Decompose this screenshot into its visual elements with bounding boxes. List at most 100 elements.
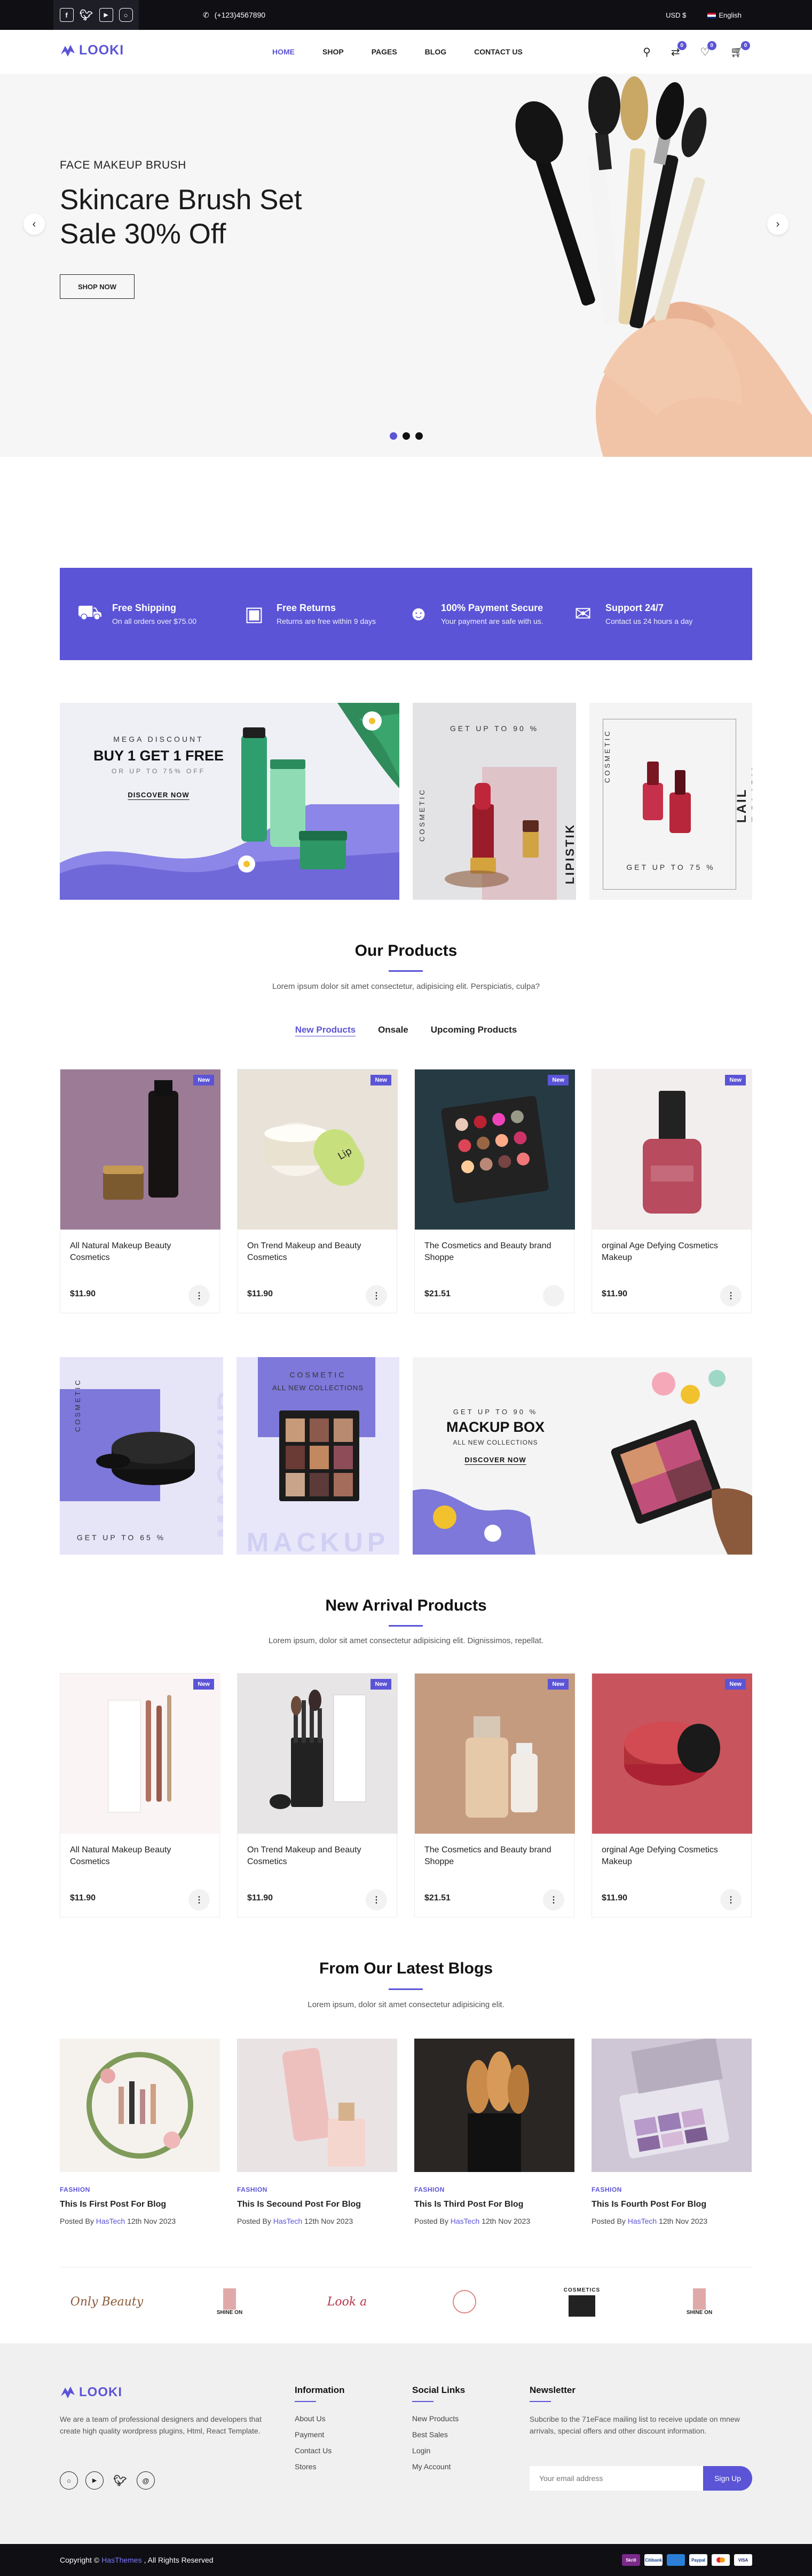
more-options-icon[interactable]: ⋮ — [366, 1889, 387, 1911]
compare-icon[interactable]: ⇄ 0 — [671, 41, 687, 59]
product-name[interactable]: The Cosmetics and Beauty brand Shoppe — [424, 1240, 558, 1264]
currency-selector[interactable]: USD $ — [666, 11, 686, 19]
slider-dot[interactable] — [403, 432, 410, 440]
menu-contact[interactable]: CONTACT US — [474, 47, 523, 56]
blog-title[interactable]: This Is Third Post For Blog — [414, 2200, 574, 2209]
product-card[interactable]: New The Cosmetics and Beauty brand Shopp… — [414, 1069, 575, 1313]
next-arrow-icon[interactable]: › — [767, 213, 789, 235]
blog-category[interactable]: FASHION — [414, 2186, 574, 2193]
product-name[interactable]: The Cosmetics and Beauty brand Shoppe — [424, 1844, 558, 1868]
palette-banner[interactable]: COSMETIC ALL NEW COLLECTIONS MACKUP — [236, 1357, 399, 1555]
slider-dot[interactable] — [390, 432, 397, 440]
lipstick-banner[interactable]: GET UP TO 90 % COSMETIC LIPISTIK — [413, 703, 576, 900]
footer-logo[interactable]: LOOKI — [60, 2385, 122, 2400]
nail-polish-banner[interactable]: COSMETIC LAIL POLISH GET UP TO 75 % — [589, 703, 752, 900]
copyright-link[interactable]: HasThemes — [101, 2556, 141, 2564]
eye-cream-banner[interactable]: COSMETIC MACKUP GET UP TO 65 % — [60, 1357, 223, 1555]
blog-image[interactable] — [414, 2039, 574, 2172]
instagram-icon[interactable]: ○ — [60, 2471, 78, 2490]
footer-link[interactable]: About Us — [295, 2414, 326, 2423]
footer-link[interactable]: Payment — [295, 2430, 324, 2439]
product-card[interactable]: Lip New On Trend Makeup and Beauty Cosme… — [237, 1069, 398, 1313]
blog-card[interactable]: FASHION This Is Third Post For Blog Post… — [414, 2039, 574, 2225]
product-image[interactable] — [415, 1674, 575, 1834]
blog-category[interactable]: FASHION — [60, 2186, 220, 2193]
more-options-icon[interactable]: ⋮ — [720, 1889, 742, 1911]
more-options-icon[interactable]: ⋮ — [366, 1285, 387, 1306]
menu-shop[interactable]: SHOP — [322, 47, 344, 56]
footer-link[interactable]: Login — [412, 2446, 430, 2455]
product-image[interactable]: Lip — [238, 1069, 398, 1230]
footer-link[interactable]: New Products — [412, 2414, 459, 2423]
product-card[interactable]: New orginal Age Defying Cosmetics Makeup… — [592, 1069, 752, 1313]
tab-onsale[interactable]: Onsale — [378, 1025, 408, 1035]
logo[interactable]: LOOKI — [60, 43, 124, 58]
threads-icon[interactable]: @ — [137, 2471, 155, 2490]
footer-link[interactable]: Best Sales — [412, 2430, 448, 2439]
email-input[interactable] — [530, 2466, 703, 2491]
product-name[interactable]: orginal Age Defying Cosmetics Makeup — [602, 1844, 735, 1868]
blog-author[interactable]: HasTech — [273, 2217, 302, 2225]
brand-logo[interactable]: Only Beauty — [69, 2278, 144, 2326]
footer-link[interactable]: Contact Us — [295, 2446, 332, 2455]
signup-button[interactable]: Sign Up — [703, 2466, 752, 2491]
facebook-icon[interactable]: f — [59, 8, 74, 22]
blog-author[interactable]: HasTech — [451, 2217, 479, 2225]
blog-image[interactable] — [237, 2039, 397, 2172]
blog-title[interactable]: This Is Fourth Post For Blog — [592, 2200, 752, 2209]
product-name[interactable]: All Natural Makeup Beauty Cosmetics — [70, 1240, 203, 1264]
product-name[interactable]: On Trend Makeup and Beauty Cosmetics — [247, 1844, 381, 1868]
more-options-icon[interactable]: ⋮ — [720, 1285, 742, 1306]
product-card[interactable]: New All Natural Makeup Beauty Cosmetics … — [60, 1673, 220, 1917]
box-discover-link[interactable]: DISCOVER NOW — [434, 1456, 557, 1464]
product-card[interactable]: New All Natural Makeup Beauty Cosmetics … — [60, 1069, 220, 1313]
product-image[interactable] — [60, 1069, 220, 1230]
footer-link[interactable]: My Account — [412, 2462, 451, 2471]
more-options-icon[interactable] — [543, 1285, 564, 1306]
more-options-icon[interactable]: ⋮ — [188, 1285, 210, 1306]
product-image[interactable] — [415, 1069, 575, 1230]
prev-arrow-icon[interactable]: ‹ — [23, 213, 45, 235]
menu-home[interactable]: HOME — [272, 47, 295, 56]
more-options-icon[interactable]: ⋮ — [188, 1889, 210, 1911]
menu-pages[interactable]: PAGES — [372, 47, 397, 56]
product-card[interactable]: New The Cosmetics and Beauty brand Shopp… — [414, 1673, 575, 1917]
brand-logo[interactable]: COSMETICS — [545, 2278, 619, 2326]
youtube-icon[interactable]: ▶ — [99, 8, 113, 22]
mega-discount-banner[interactable]: MEGA DISCOUNT BUY 1 GET 1 FREE OR UP TO … — [60, 703, 399, 900]
language-selector[interactable]: English — [707, 11, 742, 19]
product-image[interactable] — [238, 1674, 398, 1834]
footer-link[interactable]: Stores — [295, 2462, 316, 2471]
product-card[interactable]: New orginal Age Defying Cosmetics Makeup… — [592, 1673, 752, 1917]
product-card[interactable]: New On Trend Makeup and Beauty Cosmetics… — [237, 1673, 398, 1917]
product-name[interactable]: orginal Age Defying Cosmetics Makeup — [602, 1240, 735, 1264]
twitter-icon[interactable]: 🐦︎ — [80, 8, 93, 22]
blog-category[interactable]: FASHION — [237, 2186, 397, 2193]
product-image[interactable] — [60, 1674, 220, 1834]
blog-card[interactable]: FASHION This Is First Post For Blog Post… — [60, 2039, 220, 2225]
search-icon[interactable]: ⚲ — [643, 45, 651, 59]
shop-now-button[interactable]: SHOP NOW — [60, 274, 135, 299]
product-image[interactable] — [592, 1069, 752, 1230]
tab-new-products[interactable]: New Products — [295, 1025, 356, 1035]
twitter-icon[interactable]: 🐦︎ — [111, 2471, 129, 2490]
tab-upcoming[interactable]: Upcoming Products — [431, 1025, 517, 1035]
blog-title[interactable]: This Is Secound Post For Blog — [237, 2200, 397, 2209]
menu-blog[interactable]: BLOG — [425, 47, 446, 56]
product-name[interactable]: On Trend Makeup and Beauty Cosmetics — [247, 1240, 381, 1264]
blog-author[interactable]: HasTech — [96, 2217, 125, 2225]
brand-logo[interactable]: SHINE ON — [662, 2278, 737, 2326]
instagram-icon[interactable]: ○ — [119, 8, 133, 22]
slider-dot[interactable] — [415, 432, 423, 440]
youtube-icon[interactable]: ▶ — [85, 2471, 104, 2490]
brand-logo[interactable] — [427, 2278, 502, 2326]
product-image[interactable] — [592, 1674, 752, 1834]
blog-title[interactable]: This Is First Post For Blog — [60, 2200, 220, 2209]
mega-discover-link[interactable]: DISCOVER NOW — [92, 791, 225, 799]
blog-author[interactable]: HasTech — [628, 2217, 657, 2225]
mackup-box-banner[interactable]: GET UP TO 90 % MACKUP BOX ALL NEW COLLEC… — [413, 1357, 752, 1555]
product-name[interactable]: All Natural Makeup Beauty Cosmetics — [70, 1844, 203, 1868]
cart-icon[interactable]: 🛒︎ 0 — [730, 41, 750, 59]
wishlist-icon[interactable]: ♡ 0 — [700, 41, 716, 59]
brand-logo[interactable]: Look a — [310, 2278, 384, 2326]
